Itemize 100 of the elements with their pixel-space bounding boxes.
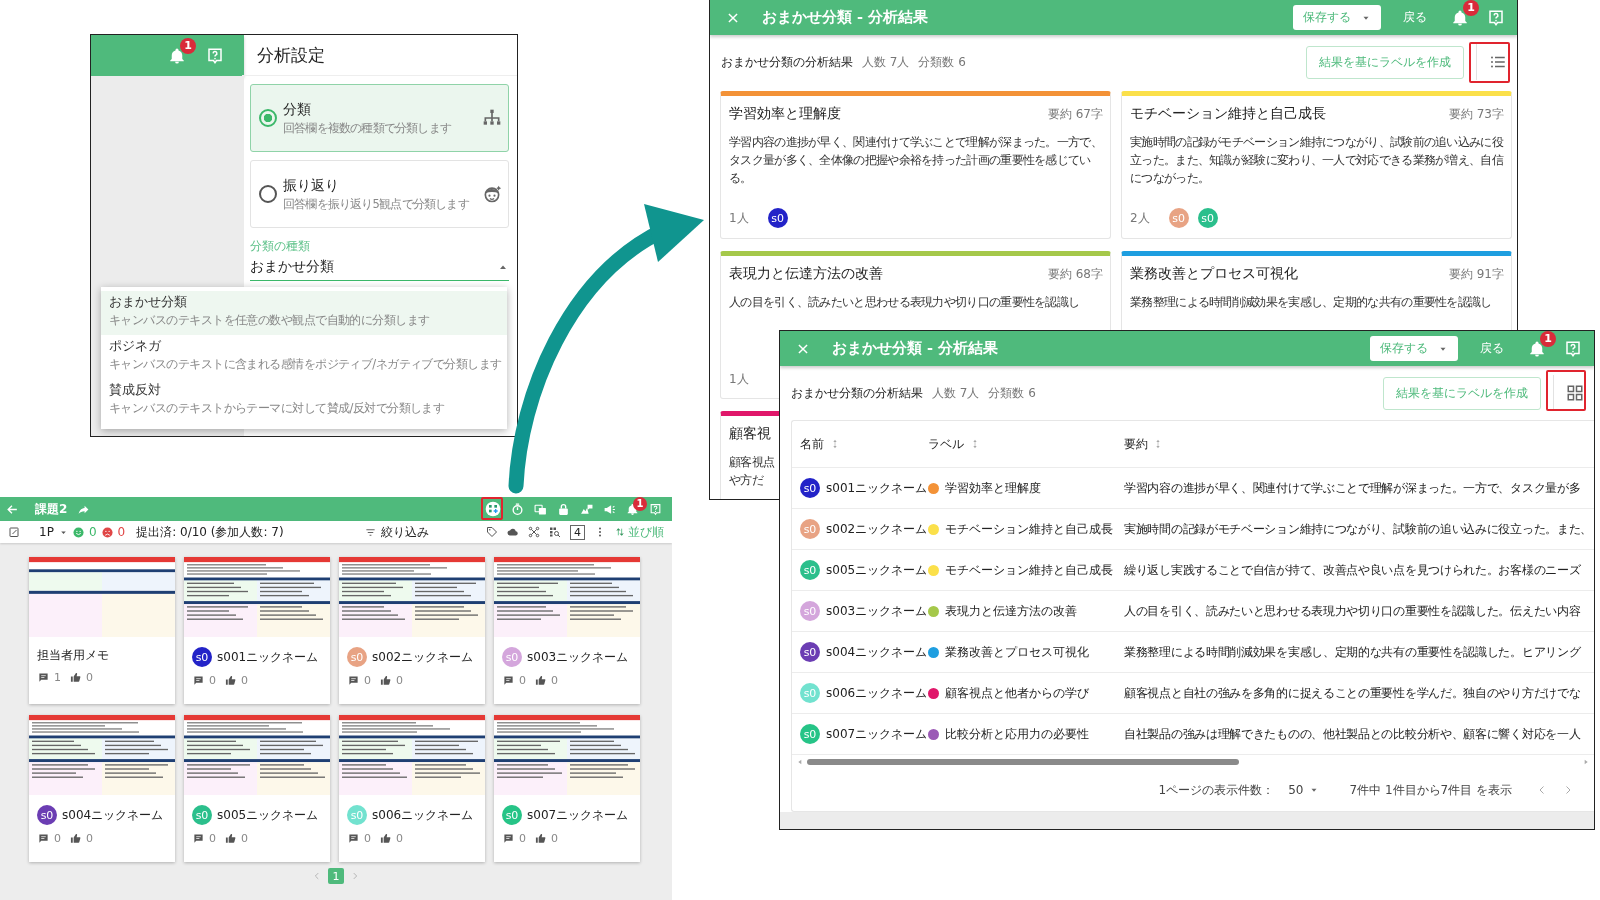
avatar: s0 [800,642,820,662]
avatar: s0 [767,208,788,228]
student-name: s006ニックネーム [372,806,474,824]
bell-icon[interactable] [168,46,186,65]
notification-badge: 1 [1463,0,1479,16]
table-cell: 実施時間の記録がモチベーション維持につながり、試験前の追い込みに役立った。また、 [1124,520,1588,538]
grid-search-icon[interactable] [549,526,561,538]
bell-icon[interactable] [1528,339,1546,358]
label-name: モチベーション維持と自己成長 [945,520,1113,538]
student-card[interactable]: s0 s007ニックネーム 0 0 [494,715,640,862]
summary-length: 要約 68字 [1047,266,1103,283]
summary-text: 人の目を引く、読みたいと思わせる表現力や切り口の重要性を認識し [729,294,1080,311]
like-count: 0 [551,832,558,845]
thumbs-up-icon[interactable] [380,833,391,844]
menu-item[interactable]: ポジネガ キャンバスのテキストに含まれる感情をポジティブ/ネガティブで分類します [101,335,507,379]
result-heading: おまかせ分類の分析結果 [721,53,853,71]
comment-icon[interactable] [193,675,204,686]
column-header[interactable]: 名前 [792,435,928,453]
student-card[interactable]: s0 s001ニックネーム 0 0 [184,557,330,704]
thumbs-up-icon[interactable] [535,675,546,686]
rows-per-page-select[interactable]: 50 [1288,783,1320,797]
avatar: s0 [192,805,212,825]
comment-icon[interactable] [348,833,359,844]
face-icon [482,184,502,204]
student-card[interactable]: s0 s002ニックネーム 0 0 [339,557,485,704]
highlight-frame [481,497,503,520]
student-card[interactable]: s0 s004ニックネーム 0 0 [29,715,175,862]
filter-button[interactable]: 絞り込み [365,523,429,541]
thumbs-up-icon[interactable] [535,833,546,844]
thumbs-up-icon[interactable] [70,672,81,683]
thumbs-up-icon[interactable] [70,833,81,844]
category-title: 表現力と伝達方法の改善 [729,265,883,283]
category-title: 業務改善とプロセス可視化 [1130,265,1298,283]
like-count: 0 [241,832,248,845]
select-field[interactable]: おまかせ分類 [250,255,509,281]
item-description: キャンバスのテキストを任意の数や観点で自動的に分類します [109,313,431,328]
positive-count: 0 [88,525,97,539]
radio-button[interactable] [259,109,277,127]
category-count: 分類数 6 [918,53,966,71]
comment-count: 0 [364,674,371,687]
summary-length: 要約 91字 [1448,266,1504,283]
table-cell-text: 顧客視点と自社の強みを多角的に捉えることの重要性を学んだ。独自のやり方だけでな [1124,684,1582,702]
notification-badge: 1 [1540,331,1556,347]
column-header[interactable]: 要約 [1124,435,1588,453]
option-card[interactable]: 振り返り 回答欄を振り返り5観点で分類します [250,160,509,228]
option-card[interactable]: 分類 回答欄を複数の種類で分類します [250,84,509,152]
grid-view-icon[interactable] [1566,384,1584,402]
student-name: s004ニックネーム [826,643,928,661]
scrollbar-thumb[interactable] [807,759,1240,765]
table-cell-text: 学習内容の進捗が早く、関連付けて学ぶことで理解が深まった。一方で、タスク量が多 [1124,479,1582,497]
comment-icon[interactable] [38,672,49,683]
student-card[interactable]: s0 s006ニックネーム 0 0 [339,715,485,862]
cloud-icon[interactable] [507,526,519,538]
table-cell-text: 繰り返し実践することで自信が持て、改善点や良い点を見つけられた。お客様のニーズ [1124,561,1582,579]
thumbs-up-icon[interactable] [225,675,236,686]
like-count: 0 [241,674,248,687]
item-title: ポジネガ [109,337,162,355]
menu-item[interactable]: 賛成反対 キャンバスのテキストからテーマに対して賛成/反対で分類します [101,379,507,423]
like-count: 0 [86,671,93,684]
thumbs-up-icon[interactable] [225,833,236,844]
comment-icon[interactable] [503,833,514,844]
negative-count: 0 [117,525,126,539]
comment-icon[interactable] [193,833,204,844]
radio-button[interactable] [259,185,277,203]
menu-item[interactable]: おまかせ分類 キャンバスのテキストを任意の数や観点で自動的に分類します [101,291,507,335]
student-name: s003ニックネーム [826,602,928,620]
result-heading: おまかせ分類の分析結果 [791,384,923,402]
avatar: s0 [1197,208,1218,228]
column-count-button[interactable]: 4 [570,524,585,540]
student-name: s007ニックネーム [527,806,629,824]
edit-icon[interactable] [8,526,20,538]
comment-count: 0 [519,832,526,845]
comment-icon[interactable] [503,675,514,686]
student-card[interactable]: s0 s005ニックネーム 0 0 [184,715,330,862]
label-name: 比較分析と応用力の必要性 [945,725,1089,743]
student-name: s001ニックネーム [217,648,319,666]
option-title: 分類 [283,100,312,119]
avatar: s0 [800,724,820,744]
summary-text: 学習内容の進捗が早く、関連付けて学ぶことで理解が深まった。一方で、タスク量が多く、全体像の把握や余裕を持った計画の重要性を感じている。 [729,134,1103,187]
hierarchy-icon [482,108,502,128]
item-description: キャンバスのテキストからテーマに対して賛成/反対で分類します [109,401,446,416]
network-icon[interactable] [528,526,540,538]
avatar: s0 [1168,208,1189,228]
tag-icon[interactable] [486,526,498,538]
comment-icon[interactable] [348,675,359,686]
comment-icon[interactable] [38,833,49,844]
avatar: s0 [347,805,367,825]
thumbs-up-icon[interactable] [380,675,391,686]
student-card[interactable]: 担当者用メモ 1 0 [29,557,175,704]
avatar: s0 [800,683,820,703]
member-count: 2人 [1130,209,1150,227]
smiley-icon [72,526,84,538]
analysis-icon[interactable] [485,501,501,517]
highlight-frame [1469,42,1510,83]
category-count: 分類数 6 [988,384,1036,402]
page-selector[interactable]: 1P [39,525,54,539]
column-header[interactable]: ラベル [928,435,1124,453]
submission-status: 提出済: 0/10 (参加人数: 7) [136,523,284,541]
bell-icon[interactable] [1451,8,1469,27]
student-card[interactable]: s0 s003ニックネーム 0 0 [494,557,640,704]
